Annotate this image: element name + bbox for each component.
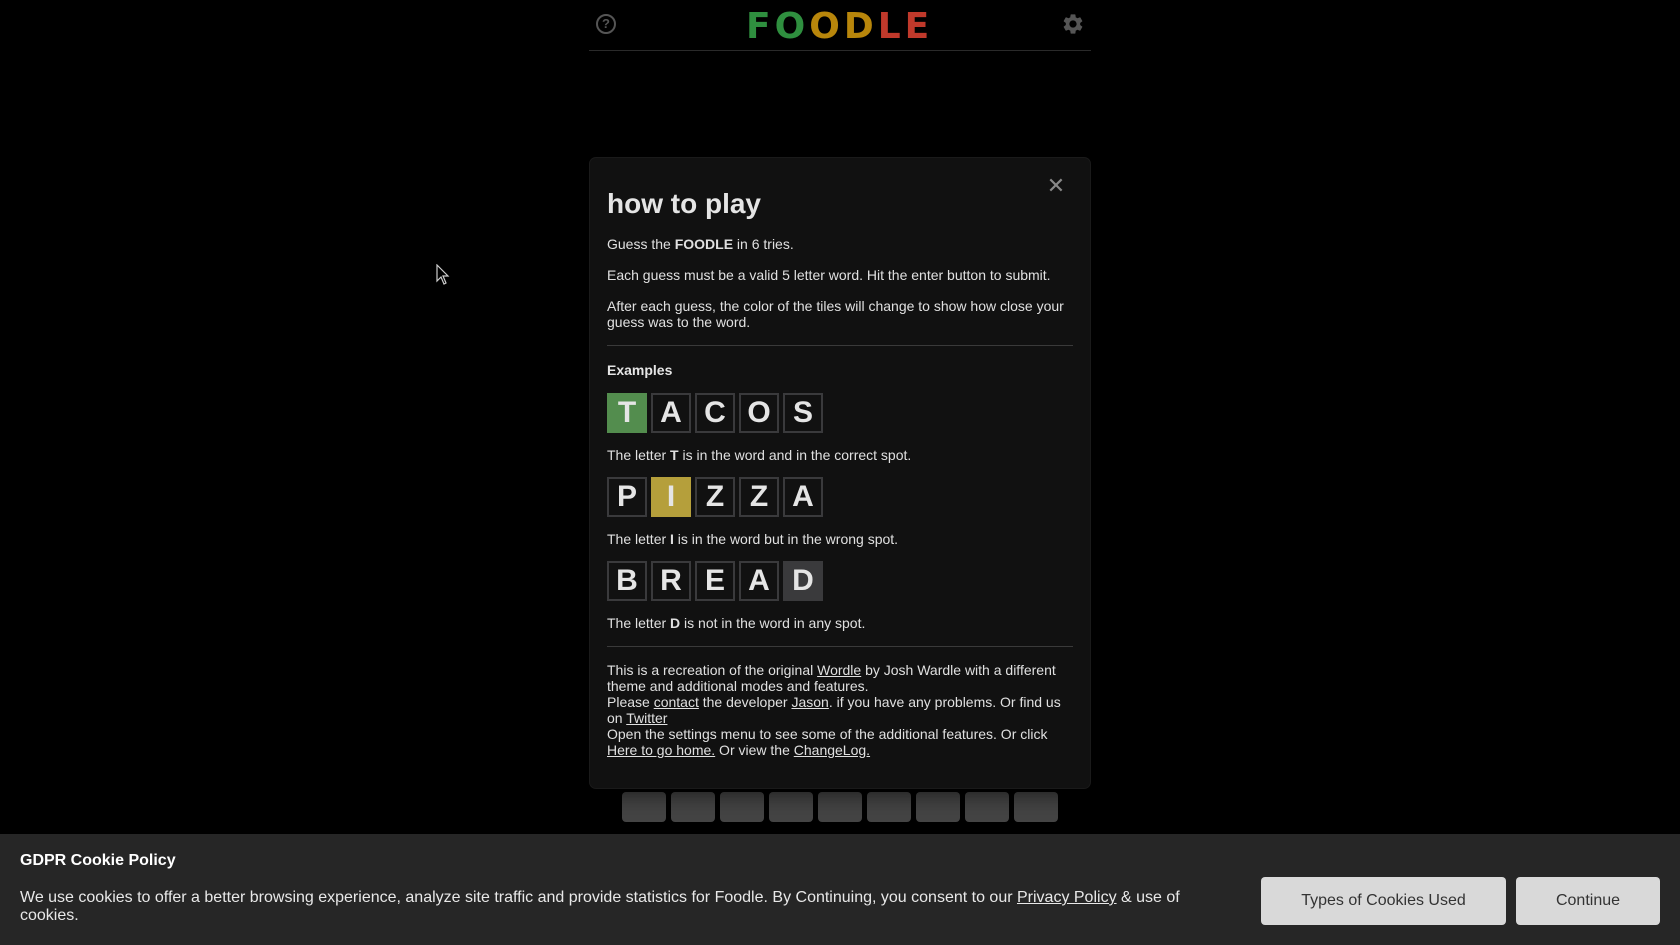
tile: T xyxy=(607,393,647,433)
desc-prefix: The letter xyxy=(607,447,671,463)
cookie-text: We use cookies to offer a better browsin… xyxy=(20,889,1210,925)
rule-text-1: Each guess must be a valid 5 letter word… xyxy=(607,267,1051,283)
example-tiles-3: B R E A D xyxy=(607,561,1073,601)
intro-prefix: Guess the xyxy=(607,236,675,252)
tile: A xyxy=(739,561,779,601)
keyboard-key[interactable] xyxy=(769,792,813,822)
how-to-play-modal: ✕ how to play Guess the FOODLE in 6 trie… xyxy=(590,158,1090,788)
credits-span: Open the settings menu to see some of th… xyxy=(607,726,1048,742)
desc-suffix: is in the word and in the correct spot. xyxy=(678,447,912,463)
types-of-cookies-button[interactable]: Types of Cookies Used xyxy=(1261,877,1506,925)
contact-link[interactable]: contact xyxy=(654,694,699,710)
jason-link[interactable]: Jason xyxy=(791,694,828,710)
tile: D xyxy=(783,561,823,601)
divider xyxy=(607,345,1073,346)
example-desc-2: The letter I is in the word but in the w… xyxy=(607,531,1073,547)
desc-letter: D xyxy=(670,615,681,631)
intro-bold: FOODLE xyxy=(674,236,734,252)
desc-suffix: is not in the word in any spot. xyxy=(680,615,866,631)
tile: B xyxy=(607,561,647,601)
keyboard-row xyxy=(597,792,1083,822)
logo-letter: D xyxy=(843,6,878,47)
keyboard-key[interactable] xyxy=(867,792,911,822)
keyboard-key[interactable] xyxy=(916,792,960,822)
example-desc-3: The letter D is not in the word in any s… xyxy=(607,615,1073,631)
continue-button[interactable]: Continue xyxy=(1516,877,1660,925)
credits-text: This is a recreation of the original Wor… xyxy=(607,662,1073,758)
foodle-logo: FOODLE xyxy=(746,6,933,47)
intro-suffix: in 6 tries. xyxy=(733,236,794,252)
intro-text: Guess the FOODLE in 6 tries. xyxy=(607,236,1073,252)
rule-text-2: After each guess, the color of the tiles… xyxy=(607,298,1064,330)
logo-letter: O xyxy=(809,6,844,47)
cookie-text-prefix: We use cookies to offer a better browsin… xyxy=(20,889,1017,906)
keyboard-key[interactable] xyxy=(671,792,715,822)
keyboard-key[interactable] xyxy=(965,792,1009,822)
mouse-cursor-icon xyxy=(436,264,450,285)
desc-suffix: is in the word but in the wrong spot. xyxy=(673,531,899,547)
app-header: ? FOODLE xyxy=(589,0,1091,51)
tile: O xyxy=(739,393,779,433)
tile: E xyxy=(695,561,735,601)
keyboard-key[interactable] xyxy=(720,792,764,822)
modal-title: how to play xyxy=(607,188,761,219)
tile: I xyxy=(651,477,691,517)
divider xyxy=(607,646,1073,647)
tile: Z xyxy=(695,477,735,517)
credits-span: This is a recreation of the original xyxy=(607,662,818,678)
keyboard-key[interactable] xyxy=(622,792,666,822)
desc-prefix: The letter xyxy=(607,531,671,547)
wordle-link[interactable]: Wordle xyxy=(817,662,861,678)
tile: A xyxy=(783,477,823,517)
logo-letter: E xyxy=(904,6,934,47)
privacy-policy-link[interactable]: Privacy Policy xyxy=(1017,889,1117,906)
examples-title: Examples xyxy=(607,362,673,378)
credits-span: Or view the xyxy=(715,742,794,758)
twitter-link[interactable]: Twitter xyxy=(626,710,667,726)
credits-span: the developer xyxy=(698,694,792,710)
logo-letter: O xyxy=(774,6,810,47)
tile: A xyxy=(651,393,691,433)
desc-letter: T xyxy=(670,447,679,463)
example-desc-1: The letter T is in the word and in the c… xyxy=(607,447,1073,463)
credits-span: Please xyxy=(607,694,654,710)
desc-prefix: The letter xyxy=(607,615,671,631)
changelog-link[interactable]: ChangeLog. xyxy=(794,742,870,758)
tile: Z xyxy=(739,477,779,517)
close-icon[interactable]: ✕ xyxy=(1044,174,1068,198)
tile: C xyxy=(695,393,735,433)
logo-letter: L xyxy=(877,6,905,47)
keyboard-key[interactable] xyxy=(818,792,862,822)
logo-letter: F xyxy=(746,6,775,47)
keyboard-key[interactable] xyxy=(1014,792,1058,822)
example-tiles-1: T A C O S xyxy=(607,393,1073,433)
example-tiles-2: P I Z Z A xyxy=(607,477,1073,517)
gear-icon[interactable] xyxy=(1061,12,1085,36)
help-icon[interactable]: ? xyxy=(596,14,616,34)
tile: P xyxy=(607,477,647,517)
tile: S xyxy=(783,393,823,433)
home-link[interactable]: Here to go home. xyxy=(607,742,715,758)
cookie-title: GDPR Cookie Policy xyxy=(20,852,176,869)
tile: R xyxy=(651,561,691,601)
